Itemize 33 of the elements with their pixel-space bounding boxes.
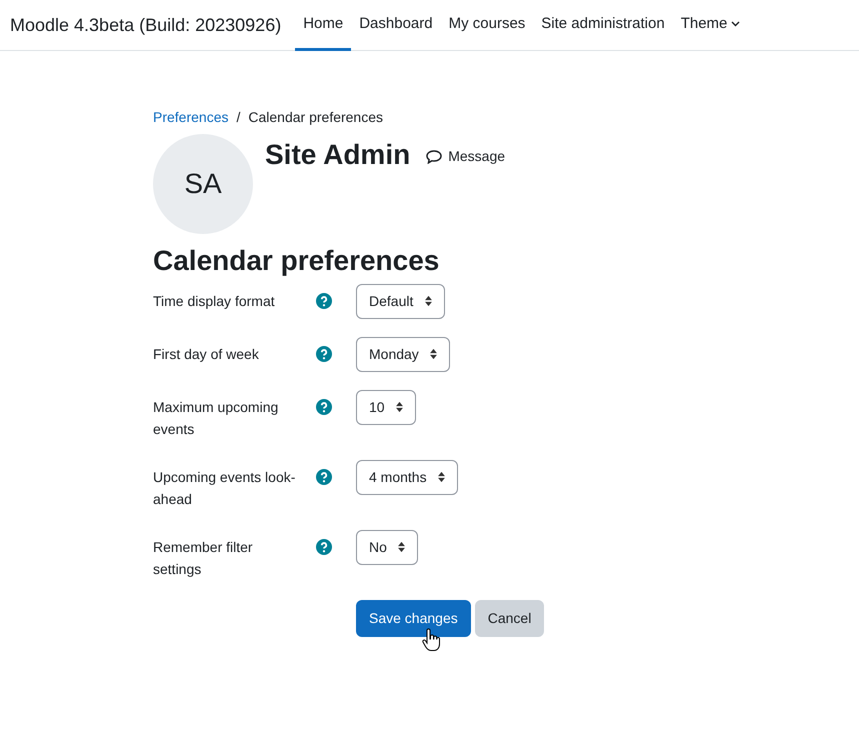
select-field[interactable]: No bbox=[356, 530, 418, 565]
breadcrumb-current: Calendar preferences bbox=[248, 108, 384, 127]
save-button[interactable]: Save changes bbox=[356, 600, 471, 637]
field-label: Time display format bbox=[153, 292, 276, 311]
avatar-initials: SA bbox=[153, 134, 253, 234]
speech-bubble-icon bbox=[426, 150, 442, 164]
nav-link[interactable]: Home bbox=[295, 0, 352, 51]
help-icon[interactable] bbox=[316, 292, 332, 309]
help-icon[interactable] bbox=[316, 398, 332, 415]
page-heading: Calendar preferences bbox=[153, 244, 440, 278]
field-label: Upcoming events look-ahead bbox=[153, 468, 296, 509]
select-field[interactable]: 4 months bbox=[356, 460, 458, 495]
select-field[interactable]: Default bbox=[356, 284, 445, 319]
field-label: First day of week bbox=[153, 344, 260, 364]
field-label: Maximum upcoming events bbox=[153, 398, 280, 439]
help-icon[interactable] bbox=[316, 538, 332, 555]
select-field[interactable]: 10 bbox=[356, 390, 416, 425]
nav-link[interactable]: My courses bbox=[440, 0, 534, 51]
help-icon[interactable] bbox=[316, 346, 332, 362]
help-icon[interactable] bbox=[316, 468, 332, 485]
caret-icon bbox=[731, 21, 740, 27]
hand-cursor-icon bbox=[422, 628, 440, 652]
message-link[interactable]: Message bbox=[426, 146, 506, 167]
breadcrumb-link[interactable]: Preferences bbox=[153, 107, 228, 128]
nav-link[interactable]: Dashboard bbox=[351, 0, 441, 51]
field-label: Remember filter settings bbox=[153, 538, 254, 579]
cancel-button[interactable]: Cancel bbox=[474, 600, 544, 637]
select-field[interactable]: Monday bbox=[356, 336, 450, 372]
site-name: Moodle 4.3beta (Build: 20230926) bbox=[10, 14, 282, 37]
profile-name: Site Admin bbox=[265, 138, 410, 172]
breadcrumb-separator: / bbox=[236, 108, 240, 127]
nav-dropdown[interactable]: Theme bbox=[672, 0, 748, 51]
nav-link[interactable]: Site administration bbox=[533, 0, 673, 51]
